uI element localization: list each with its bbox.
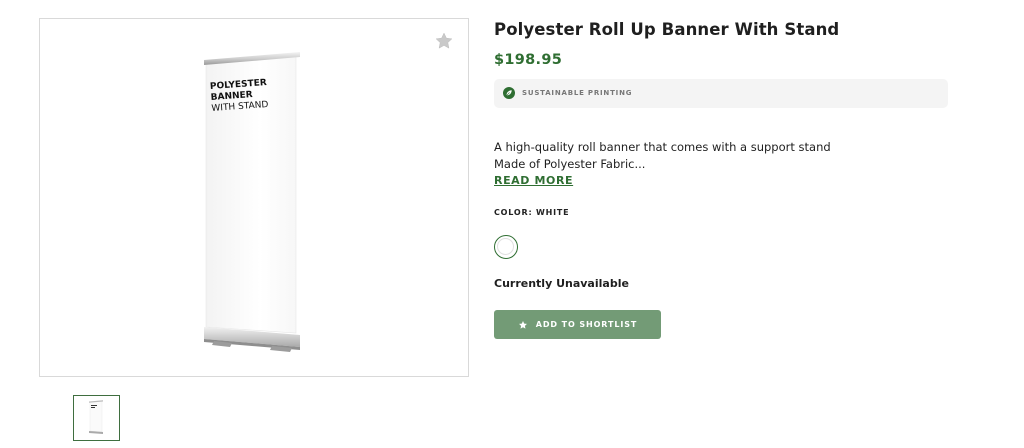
- shortlist-label: ADD TO SHORTLIST: [535, 320, 638, 329]
- product-image-frame: POLYESTER BANNER WITH STAND: [39, 18, 469, 377]
- availability-status: Currently Unavailable: [494, 277, 629, 290]
- color-swatch-white[interactable]: [494, 235, 518, 259]
- product-thumbnail[interactable]: [73, 395, 120, 441]
- color-label: COLOR: WHITE: [494, 208, 570, 217]
- description-line: Made of Polyester Fabric...: [494, 157, 646, 171]
- product-title: Polyester Roll Up Banner With Stand: [494, 20, 840, 39]
- sustainability-badge: SUSTAINABLE PRINTING: [494, 79, 948, 108]
- thumbnail-image: [89, 400, 103, 434]
- leaf-icon: [503, 87, 515, 99]
- favorite-star-icon[interactable]: [434, 31, 454, 51]
- product-price: $198.95: [494, 52, 563, 68]
- star-icon: [518, 320, 527, 329]
- description-line: A high-quality roll banner that comes wi…: [494, 140, 831, 154]
- product-description: A high-quality roll banner that comes wi…: [494, 139, 831, 173]
- add-to-shortlist-button[interactable]: ADD TO SHORTLIST: [494, 310, 661, 339]
- sustainability-label: SUSTAINABLE PRINTING: [522, 89, 633, 97]
- read-more-link[interactable]: READ MORE: [494, 174, 573, 187]
- product-image: POLYESTER BANNER WITH STAND: [204, 52, 300, 352]
